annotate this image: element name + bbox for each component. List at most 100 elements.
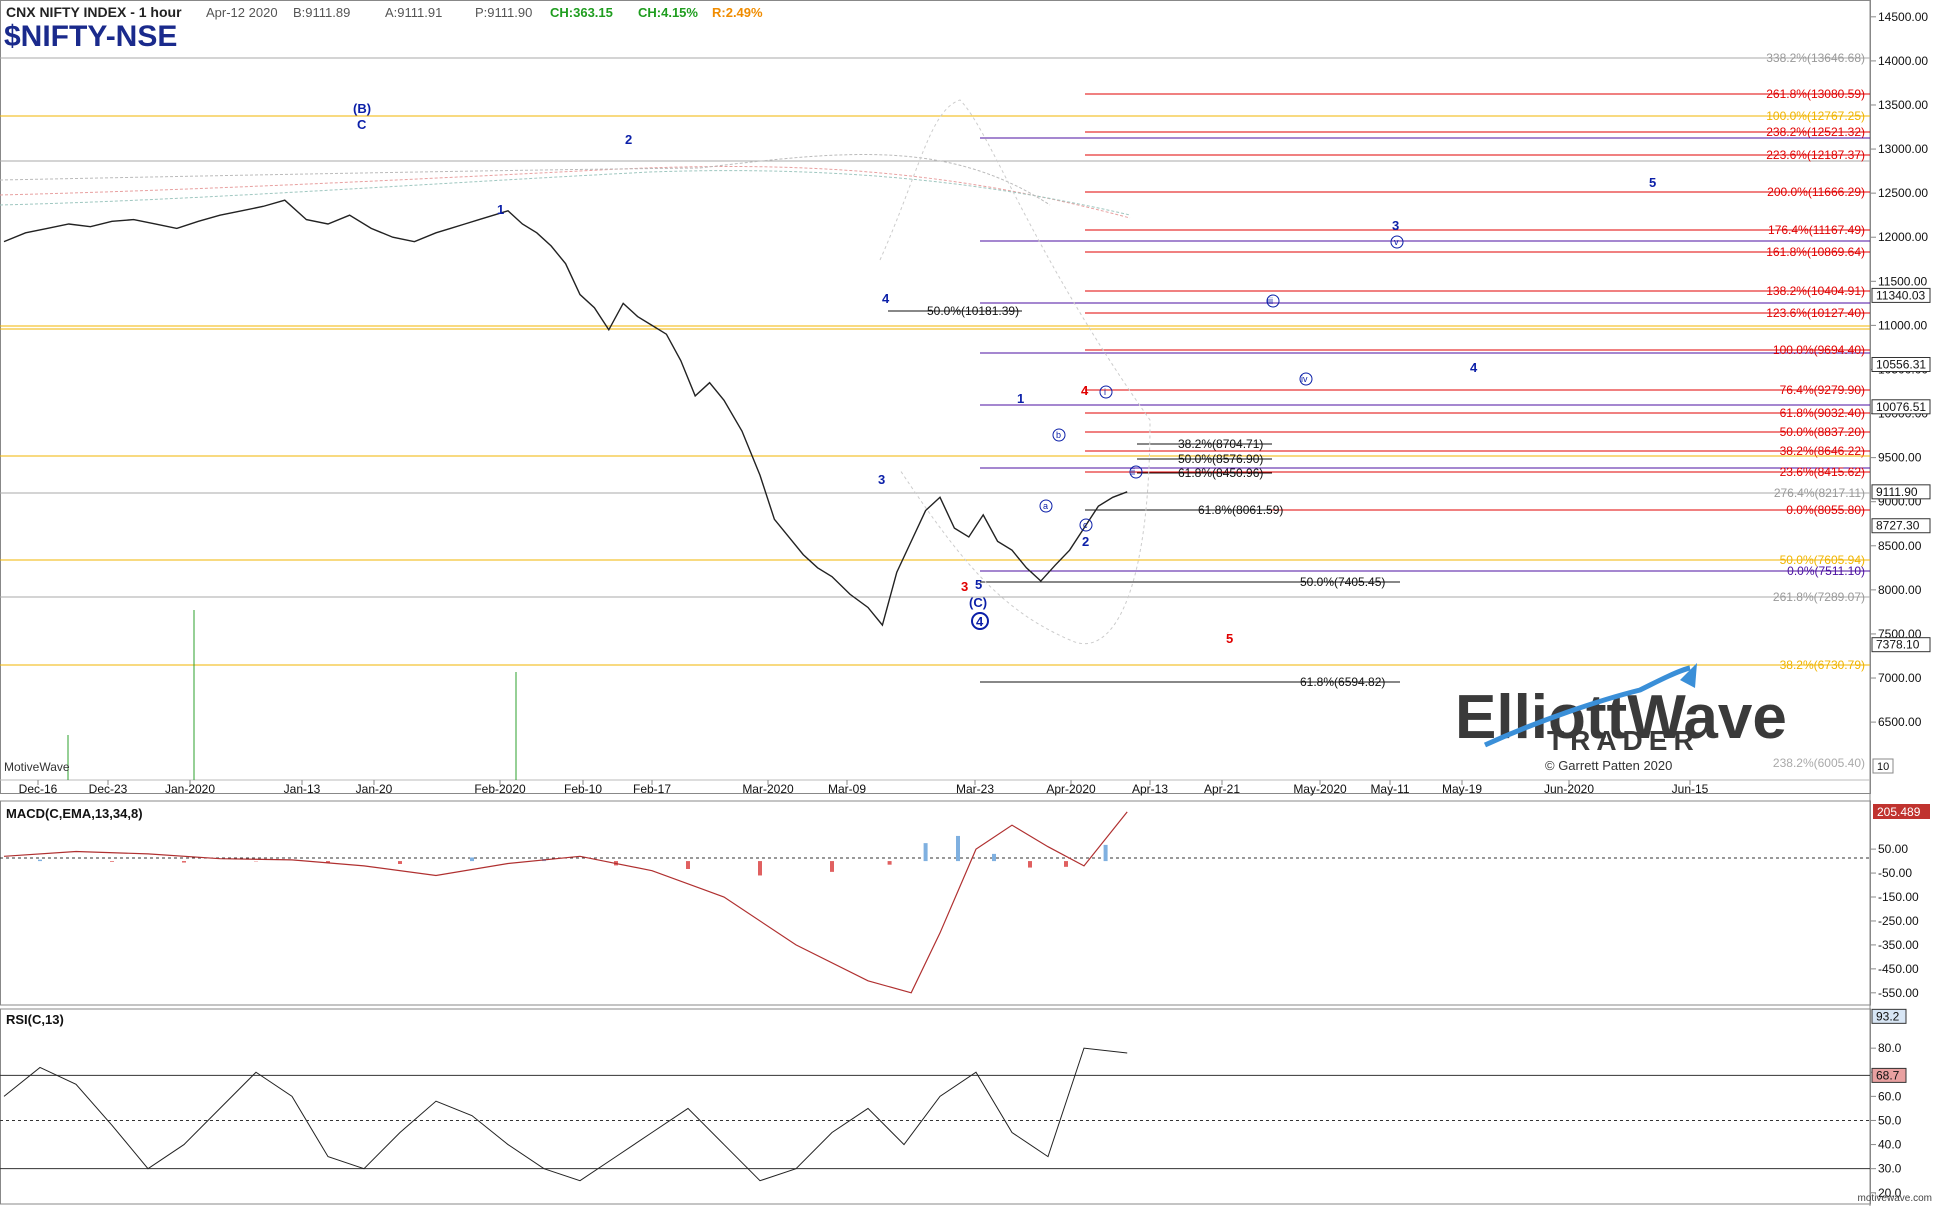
- fib-m4: 61.8%(8450.96): [1178, 466, 1263, 480]
- macd-histogram-bar: [182, 861, 186, 863]
- fib-r10: 100.0%(9694.40): [1773, 343, 1865, 357]
- date-tick-label: Dec-23: [89, 782, 128, 796]
- date-tick-label: Jan-2020: [165, 782, 215, 796]
- wave-1-b: 1: [1017, 391, 1024, 406]
- rsi-panel[interactable]: [0, 1008, 1871, 1205]
- price-tag-label: 10076.51: [1876, 400, 1926, 414]
- wave-b-paren: (B): [353, 101, 371, 116]
- macd-histogram-bar: [398, 861, 402, 864]
- macd-tick-label: -450.00: [1878, 962, 1919, 976]
- rsi-tag-label: 68.7: [1876, 1068, 1900, 1082]
- axis-box-label: 10: [1877, 761, 1889, 773]
- fib-r7: 161.8%(10869.64): [1766, 245, 1865, 259]
- date-tick-label: Feb-2020: [474, 782, 526, 796]
- header-change-pct: CH:4.15%: [638, 5, 698, 20]
- wave-1-a: 1: [497, 202, 504, 217]
- fib-r5: 200.0%(11666.29): [1767, 185, 1865, 199]
- macd-histogram-bar: [830, 861, 834, 872]
- wave-roman-iii: iii: [1267, 296, 1273, 306]
- macd-tick-label: -150.00: [1878, 890, 1919, 904]
- wave-red-3: 3: [961, 579, 968, 594]
- macd-tick-label: -50.00: [1878, 866, 1912, 880]
- fib-m3: 50.0%(8576.90): [1178, 452, 1263, 466]
- fib-r13: 50.0%(8837.20): [1780, 425, 1865, 439]
- header-date: Apr-12 2020: [206, 5, 278, 20]
- macd-histogram-bar: [992, 853, 996, 862]
- wave-4-a: 4: [882, 291, 890, 306]
- date-tick-label: Apr-2020: [1046, 782, 1096, 796]
- wave-2-b: 2: [1082, 534, 1089, 549]
- macd-tick-label: -250.00: [1878, 914, 1919, 928]
- fib-m2: 38.2%(8704.71): [1178, 437, 1263, 451]
- price-tick-label: 11500.00: [1878, 274, 1927, 288]
- macd-histogram-bar: [1103, 844, 1108, 862]
- symbol-title: $NIFTY-NSE: [4, 20, 177, 53]
- fib-r15: 23.6%(8415.62): [1780, 465, 1865, 479]
- wave-roman-ii: ii: [1131, 467, 1135, 477]
- rsi-tick-label: 30.0: [1878, 1162, 1902, 1176]
- wave-future-3: 3: [1392, 218, 1399, 233]
- price-tag-label: 11340.03: [1876, 288, 1925, 302]
- macd-histogram-bar: [887, 861, 892, 865]
- index-name: CNX NIFTY INDEX - 1 hour: [6, 4, 182, 20]
- rsi-title: RSI(C,13): [6, 1012, 64, 1027]
- rsi-tag-label: 93.2: [1876, 1009, 1900, 1023]
- price-tick-label: 8500.00: [1878, 539, 1922, 553]
- macd-histogram-bar: [758, 861, 762, 876]
- price-panel[interactable]: [0, 0, 1871, 794]
- date-tick-label: Jan-20: [356, 782, 393, 796]
- fib-r20: 261.8%(7289.07): [1773, 590, 1865, 604]
- header-price: P:9111.90: [475, 5, 532, 20]
- price-tick-label: 13000.00: [1878, 142, 1928, 156]
- date-tick-label: Feb-10: [564, 782, 602, 796]
- price-tick-label: 6500.00: [1878, 715, 1922, 729]
- macd-y-axis: 50.00 -50.00 -150.00 -250.00 -350.00 -450.00 -…: [1870, 842, 1919, 1000]
- copyright: © Garrett Patten 2020: [1545, 758, 1672, 773]
- price-tick-label: 12000.00: [1878, 230, 1928, 244]
- fib-r4: 223.6%(12187.37): [1766, 148, 1865, 162]
- brand-bottom: TRADER: [1547, 725, 1700, 756]
- price-tick-label: 14000.00: [1878, 54, 1928, 68]
- price-tick-label: 14500.00: [1878, 10, 1928, 24]
- fib-m7: 61.8%(6594.82): [1300, 675, 1385, 689]
- price-tick-label: 13500.00: [1878, 98, 1928, 112]
- wave-red-5: 5: [1226, 631, 1233, 646]
- date-tick-label: Mar-2020: [742, 782, 794, 796]
- wave-3-a: 3: [878, 472, 885, 487]
- macd-histogram-bar: [110, 861, 114, 862]
- macd-histogram-bar: [923, 843, 928, 862]
- price-tag-label: 8727.30: [1876, 519, 1920, 533]
- rsi-tick-label: 50.0: [1878, 1113, 1902, 1127]
- fib-r21: 38.2%(6730.79): [1780, 658, 1865, 672]
- date-tick-label: May-19: [1442, 782, 1482, 796]
- rsi-tick-label: 60.0: [1878, 1089, 1902, 1103]
- header-bid: B:9111.89: [293, 5, 350, 20]
- date-tick-label: Jun-15: [1672, 782, 1709, 796]
- fib-bottom: 238.2%(6005.40): [1773, 756, 1865, 770]
- macd-value: 205.489: [1877, 805, 1921, 819]
- fib-r6: 176.4%(11167.49): [1768, 223, 1865, 237]
- wave-future-4: 4: [1470, 360, 1478, 375]
- date-tick-label: Dec-16: [19, 782, 58, 796]
- wave-circle-4: 4: [976, 614, 984, 629]
- price-tick-label: 12500.00: [1878, 186, 1928, 200]
- price-tick-label: 8000.00: [1878, 583, 1922, 597]
- fib-r9: 123.6%(10127.40): [1766, 306, 1865, 320]
- macd-histogram-bar: [1064, 861, 1068, 867]
- macd-tick-label: 50.00: [1878, 842, 1908, 856]
- fib-r19: 0.0%(7511.10): [1787, 564, 1865, 578]
- date-tick-label: Apr-21: [1204, 782, 1240, 796]
- macd-histogram-bar: [1028, 861, 1032, 868]
- price-tags: 11340.03 10556.31 10076.51 9111.90 8727.30 73…: [1871, 287, 1931, 653]
- fib-m5: 61.8%(8061.59): [1198, 503, 1283, 517]
- chart-canvas[interactable]: CNX NIFTY INDEX - 1 hour Apr-12 2020 B:9…: [0, 0, 1935, 1206]
- macd-panel[interactable]: [0, 800, 1871, 1006]
- date-tick-label: Apr-13: [1132, 782, 1168, 796]
- wave-c-paren: (C): [969, 595, 987, 610]
- macd-tick-label: -350.00: [1878, 938, 1919, 952]
- site-url: motivewave.com: [1858, 1193, 1932, 1204]
- fib-r3: 238.2%(12521.32): [1766, 125, 1865, 139]
- macd-histogram-bar: [956, 835, 960, 862]
- fib-r1: 261.8%(13080.59): [1766, 87, 1865, 101]
- wave-small-b: b: [1056, 430, 1061, 440]
